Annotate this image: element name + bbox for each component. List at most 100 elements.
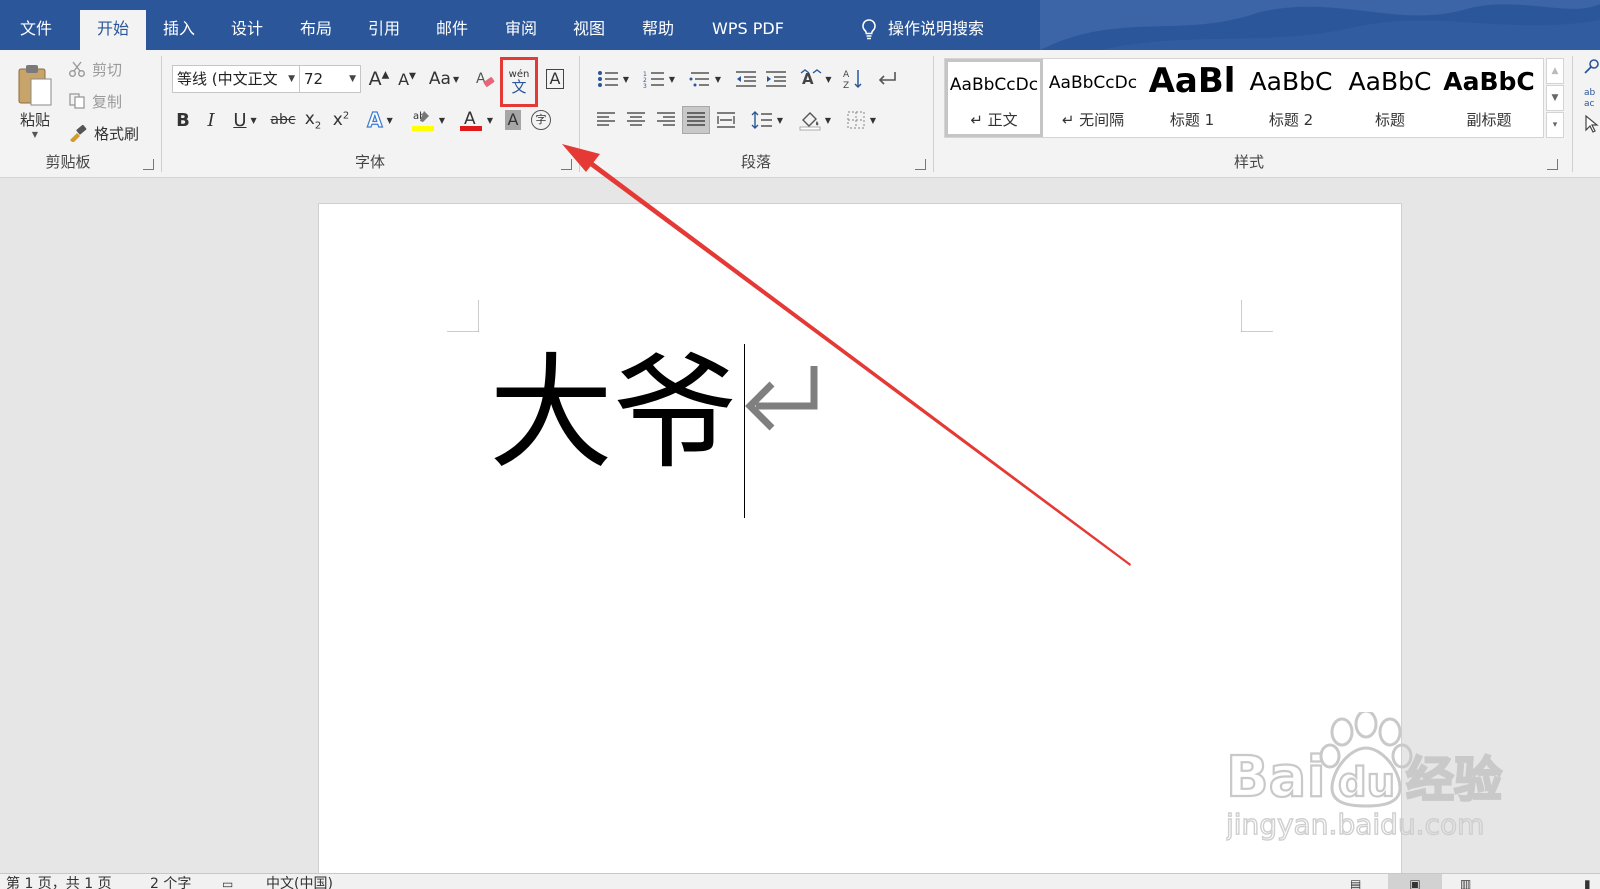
subscript-button[interactable]: x2 <box>300 106 326 134</box>
tab-design[interactable]: 设计 <box>214 8 280 50</box>
font-size-value: 72 <box>304 70 324 88</box>
read-mode-icon[interactable]: ▤ <box>1350 874 1361 889</box>
character-border-button[interactable]: A <box>542 65 568 93</box>
align-right-button[interactable] <box>652 106 680 134</box>
tab-file[interactable]: 文件 <box>0 8 72 50</box>
style-sample: AaBbC <box>1348 67 1432 96</box>
grow-font-icon: A▲ <box>368 68 390 90</box>
underline-button[interactable]: U ▼ <box>226 106 264 134</box>
text-effects-button[interactable]: A ▼ <box>360 106 400 134</box>
bullets-button[interactable]: ▼ <box>592 65 634 93</box>
tab-layout[interactable]: 布局 <box>283 8 349 50</box>
highlight-color-button[interactable]: ab ▼ <box>406 106 450 134</box>
superscript-button[interactable]: x2 <box>328 106 354 134</box>
character-shading-button[interactable]: A <box>500 106 526 134</box>
find-icon[interactable] <box>1582 58 1600 76</box>
shrink-font-button[interactable]: A▼ <box>394 65 420 93</box>
paste-label: 粘贴 <box>19 111 50 129</box>
tell-me-search[interactable]: 操作说明搜索 <box>860 8 984 50</box>
style-title[interactable]: AaBbC 标题 <box>1341 59 1439 137</box>
tab-help[interactable]: 帮助 <box>625 8 691 50</box>
proofing-icon[interactable]: ▭ <box>222 874 233 889</box>
justify-button[interactable] <box>682 106 710 134</box>
tab-references[interactable]: 引用 <box>351 8 417 50</box>
font-launcher[interactable] <box>561 159 572 170</box>
document-page[interactable]: 大爷 <box>318 203 1402 883</box>
tab-insert[interactable]: 插入 <box>146 8 212 50</box>
print-layout-icon[interactable]: ▣ <box>1388 874 1442 889</box>
style-heading-2[interactable]: AaBbC 标题 2 <box>1242 59 1340 137</box>
strikethrough-button[interactable]: abc <box>268 106 298 134</box>
status-bar: 第 1 页，共 1 页 2 个字 ▭ 中文(中国) ▤ ▣ ▥ ▮ <box>0 873 1600 889</box>
align-left-button[interactable] <box>592 106 620 134</box>
tab-home[interactable]: 开始 <box>80 10 146 50</box>
gallery-scroll-down[interactable]: ▼ <box>1546 85 1564 111</box>
copy-button[interactable]: 复制 <box>68 88 138 114</box>
zoom-slider-thumb[interactable]: ▮ <box>1584 874 1591 889</box>
chevron-down-icon: ▼ <box>824 115 832 125</box>
group-label-styles: 样式 <box>1233 153 1264 171</box>
chinese-layout-button[interactable]: A ▼ <box>796 65 836 93</box>
status-page-count[interactable]: 第 1 页，共 1 页 <box>6 874 112 889</box>
font-color-icon: A <box>459 109 482 131</box>
bold-button[interactable]: B <box>170 106 196 134</box>
cut-button[interactable]: 剪切 <box>68 56 138 82</box>
font-name-combo[interactable]: 等线 (中文正文 ▼ <box>172 65 300 93</box>
italic-button[interactable]: I <box>198 106 224 134</box>
show-marks-button[interactable] <box>872 65 900 93</box>
svg-text:A: A <box>843 70 850 80</box>
style-heading-1[interactable]: AaBl 标题 1 <box>1143 59 1241 137</box>
paragraph-launcher[interactable] <box>915 159 926 170</box>
underline-icon: U <box>233 109 247 131</box>
font-size-combo[interactable]: 72 ▼ <box>299 65 361 93</box>
line-spacing-button[interactable]: ▼ <box>746 106 788 134</box>
distributed-button[interactable] <box>712 106 740 134</box>
multilevel-list-button[interactable]: ▼ <box>684 65 726 93</box>
change-case-button[interactable]: Aa ▼ <box>424 65 464 93</box>
status-word-count[interactable]: 2 个字 <box>150 874 191 889</box>
style-no-spacing[interactable]: AaBbCcDc ↵ 无间隔 <box>1044 59 1142 137</box>
tab-view[interactable]: 视图 <box>556 8 622 50</box>
clipboard-launcher[interactable] <box>143 159 154 170</box>
increase-indent-button[interactable] <box>762 65 790 93</box>
tab-wps-pdf[interactable]: WPS PDF <box>700 8 796 50</box>
borders-button[interactable]: ▼ <box>840 106 882 134</box>
style-normal[interactable]: AaBbCcDc ↵ 正文 <box>945 59 1043 137</box>
svg-text:3: 3 <box>643 83 647 88</box>
document-text[interactable]: 大爷 <box>489 334 737 494</box>
paste-button[interactable]: 粘贴 ▼ <box>12 58 58 144</box>
gallery-more[interactable]: ▾ <box>1546 112 1564 138</box>
shading-button[interactable]: ▼ <box>794 106 836 134</box>
sort-button[interactable]: AZ <box>840 65 868 93</box>
font-color-button[interactable]: A ▼ <box>454 106 498 134</box>
format-painter-button[interactable]: 格式刷 <box>68 120 148 146</box>
paint-bucket-icon <box>799 112 821 131</box>
enclose-characters-button[interactable]: 字 <box>528 106 554 134</box>
text-effects-icon: A <box>367 107 384 132</box>
select-cursor-icon[interactable] <box>1582 114 1600 134</box>
status-language[interactable]: 中文(中国) <box>266 874 333 889</box>
numbering-button[interactable]: 123 ▼ <box>638 65 680 93</box>
web-layout-icon[interactable]: ▥ <box>1460 874 1471 889</box>
highlighter-icon: ab <box>411 111 434 131</box>
style-name: 标题 <box>1374 111 1405 129</box>
chevron-down-icon: ▼ <box>288 74 295 84</box>
margin-corner-top-right <box>1241 300 1273 332</box>
scissors-icon <box>69 61 85 77</box>
replace-icon[interactable]: abac <box>1582 86 1600 108</box>
grow-font-button[interactable]: A▲ <box>366 65 392 93</box>
style-subtitle[interactable]: AaBbC 副标题 <box>1440 59 1538 137</box>
gallery-scroll-up[interactable]: ▲ <box>1546 58 1564 84</box>
align-center-button[interactable] <box>622 106 650 134</box>
tab-review[interactable]: 审阅 <box>488 8 554 50</box>
enclose-characters-icon: 字 <box>531 110 551 130</box>
borders-icon <box>847 111 865 129</box>
decrease-indent-button[interactable] <box>732 65 760 93</box>
decrease-indent-icon <box>736 71 756 87</box>
clear-formatting-button[interactable]: A <box>472 65 498 93</box>
tab-mailings[interactable]: 邮件 <box>419 8 485 50</box>
phonetic-guide-button[interactable]: wén 文 <box>500 57 538 107</box>
styles-launcher[interactable] <box>1547 159 1558 170</box>
copy-icon <box>69 93 85 109</box>
title-bar-decoration <box>1040 0 1600 50</box>
